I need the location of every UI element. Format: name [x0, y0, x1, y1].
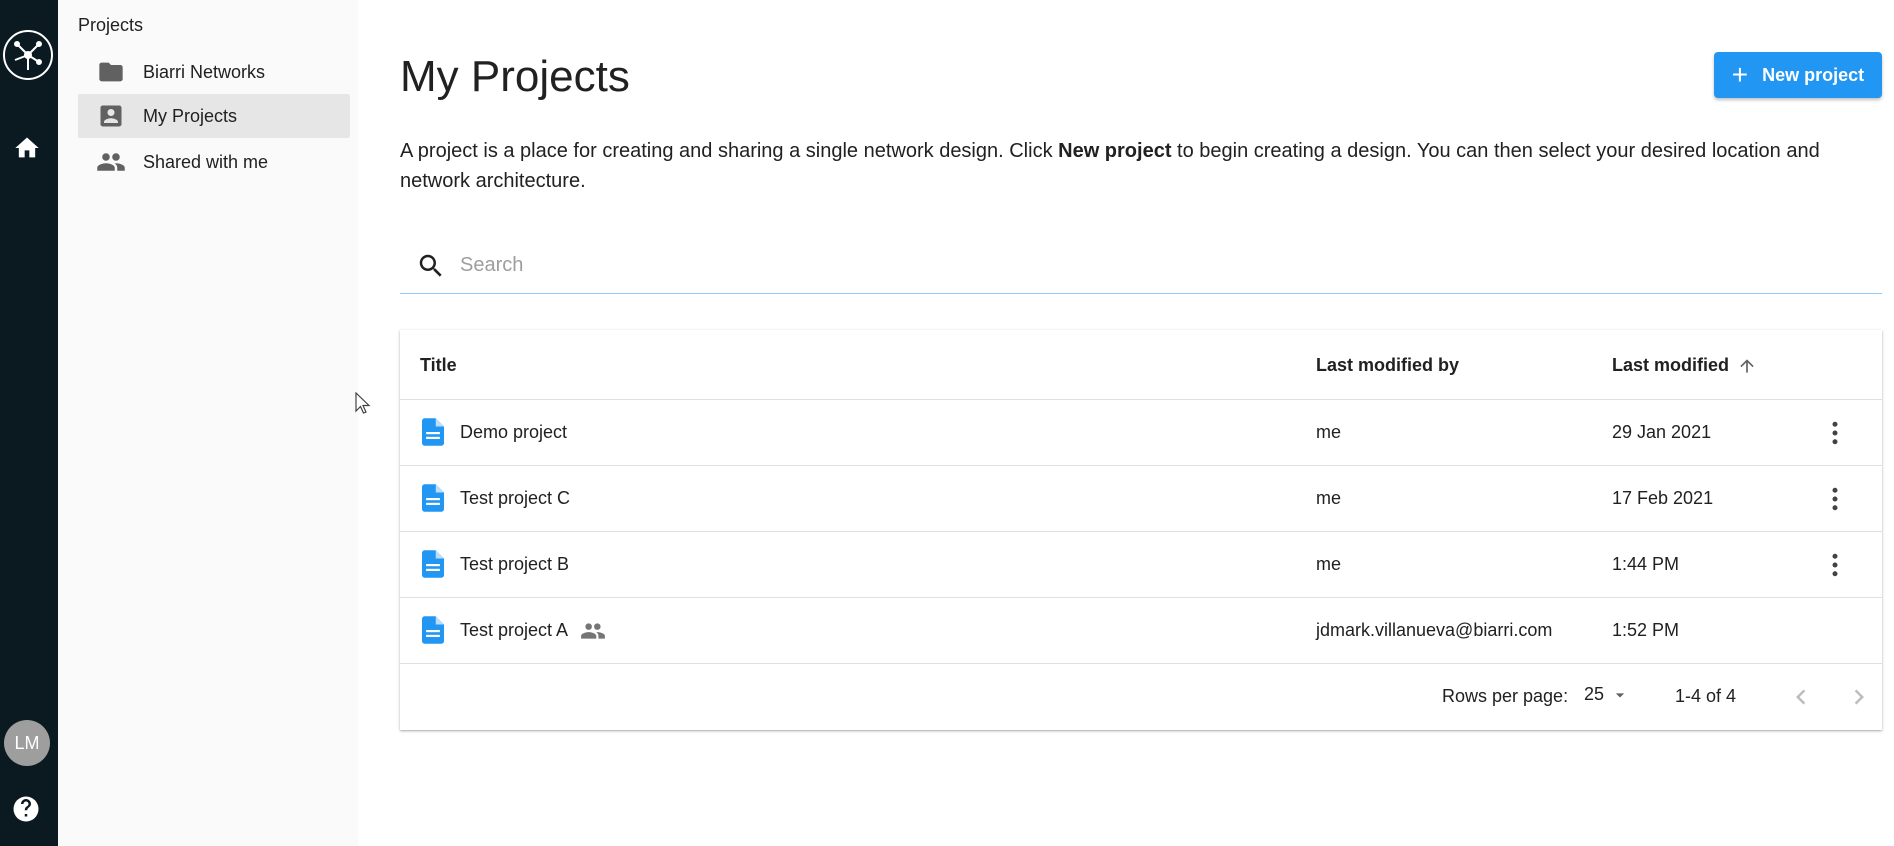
projects-table: Title Last modified by Last modified Dem…	[400, 330, 1882, 730]
last-modified: 1:52 PM	[1612, 620, 1680, 640]
account-box-icon	[96, 101, 126, 131]
home-icon[interactable]	[12, 134, 42, 162]
sidebar-item-my-projects[interactable]: My Projects	[78, 94, 350, 138]
projects-sidebar: Projects Biarri Networks My Projects Sha…	[58, 0, 358, 846]
last-modified-by: jdmark.villanueva@biarri.com	[1316, 620, 1553, 640]
pagination-range: 1-4 of 4	[1675, 686, 1737, 706]
more-vert-icon[interactable]	[1820, 418, 1850, 448]
app-rail: LM	[0, 0, 58, 846]
plus-icon: +	[1731, 59, 1749, 90]
table-pagination: Rows per page: 25 1-4 of 4	[400, 664, 1882, 730]
people-icon	[96, 147, 126, 177]
more-vert-icon[interactable]	[1820, 550, 1850, 580]
rows-per-page-value: 25	[1584, 684, 1605, 704]
document-icon	[422, 484, 444, 512]
app-logo-icon[interactable]	[3, 30, 53, 80]
next-page-icon[interactable]	[1844, 682, 1874, 712]
table-row[interactable]: Test project A jdmark.villanueva@biarri.…	[400, 598, 1882, 664]
mouse-cursor-icon	[355, 392, 371, 414]
description-text: A project is a place for creating and sh…	[400, 140, 1059, 162]
sidebar-item-label: Shared with me	[143, 151, 269, 172]
last-modified-by: me	[1316, 554, 1342, 574]
sidebar-item-shared-with-me[interactable]: Shared with me	[78, 140, 350, 184]
table-row[interactable]: Test project B me 1:44 PM	[400, 532, 1882, 598]
search-bar	[400, 238, 1882, 294]
document-icon	[422, 616, 444, 644]
sidebar-section-title: Projects	[78, 15, 144, 35]
project-title[interactable]: Demo project	[460, 422, 567, 443]
table-row[interactable]: Demo project me 29 Jan 2021	[400, 400, 1882, 466]
dropdown-arrow-icon	[1615, 692, 1625, 697]
sidebar-item-label: Biarri Networks	[143, 61, 266, 82]
sort-arrow-up-icon	[1740, 358, 1754, 373]
project-title-cell[interactable]: Test project A	[460, 620, 606, 641]
last-modified: 17 Feb 2021	[1612, 488, 1714, 508]
column-header-label: Last modified	[1612, 355, 1730, 375]
page-description: A project is a place for creating and sh…	[400, 136, 1880, 196]
avatar-initials: LM	[14, 732, 40, 753]
search-input[interactable]	[460, 254, 1660, 277]
table-header: Title Last modified by Last modified	[400, 330, 1882, 400]
column-header-last-modified[interactable]: Last modified	[1612, 355, 1757, 376]
page-title: My Projects	[400, 52, 630, 101]
main-content: My Projects + New project A project is a…	[400, 0, 1884, 846]
shared-people-icon	[581, 623, 605, 639]
column-header-title[interactable]: Title	[420, 355, 457, 376]
document-icon	[422, 418, 444, 446]
column-header-last-modified-by[interactable]: Last modified by	[1316, 355, 1459, 376]
last-modified-by: me	[1316, 422, 1342, 442]
new-project-button[interactable]: + New project	[1714, 52, 1882, 98]
project-title[interactable]: Test project B	[460, 554, 569, 575]
project-title[interactable]: Test project C	[460, 488, 570, 509]
description-bold: New project	[1058, 140, 1172, 162]
table-row[interactable]: Test project C me 17 Feb 2021	[400, 466, 1882, 532]
user-avatar[interactable]: LM	[4, 720, 50, 766]
project-title[interactable]: Test project A	[460, 620, 567, 640]
last-modified: 29 Jan 2021	[1612, 422, 1712, 442]
sidebar-item-label: My Projects	[143, 105, 238, 126]
previous-page-icon[interactable]	[1786, 682, 1816, 712]
sidebar-item-biarri-networks[interactable]: Biarri Networks	[78, 50, 350, 94]
last-modified-by: me	[1316, 488, 1342, 508]
search-icon	[419, 254, 442, 277]
document-icon	[422, 550, 444, 578]
help-icon[interactable]	[11, 794, 41, 824]
more-vert-icon[interactable]	[1820, 484, 1850, 514]
rows-per-page-select[interactable]: 25	[1584, 684, 1630, 705]
last-modified: 1:44 PM	[1612, 554, 1680, 574]
new-project-label: New project	[1762, 64, 1865, 85]
rows-per-page-label: Rows per page:	[1442, 686, 1569, 706]
folder-icon	[96, 57, 126, 87]
